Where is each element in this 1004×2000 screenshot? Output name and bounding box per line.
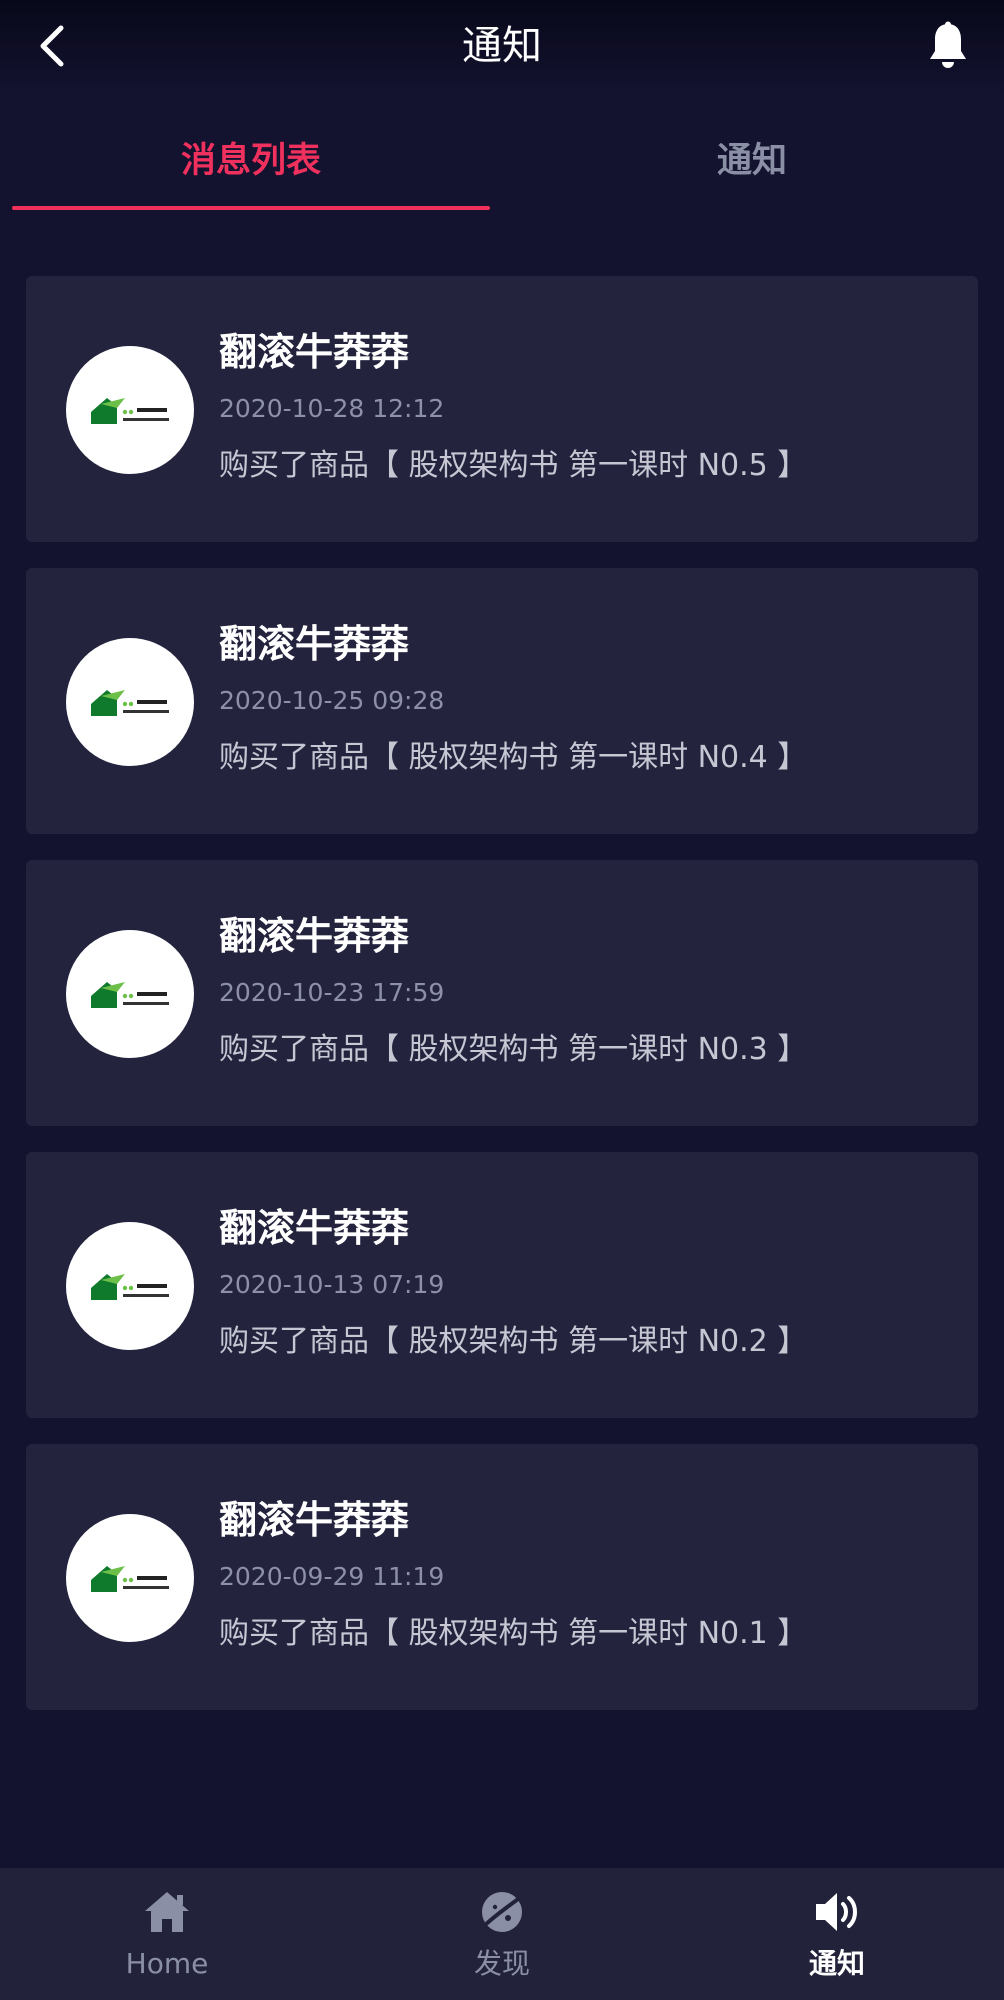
active-tab-indicator	[12, 206, 490, 210]
injection-house-logo-icon	[91, 398, 169, 424]
planet-icon	[481, 1892, 523, 1932]
sender-name: 翻滚牛莽莽	[219, 1498, 410, 1542]
sender-name: 翻滚牛莽莽	[219, 330, 410, 374]
nav-notifications[interactable]: 通知	[670, 1868, 1004, 2000]
nav-discover-label: 发现	[473, 1947, 530, 1980]
back-button[interactable]	[24, 18, 80, 74]
nav-home[interactable]: Home	[0, 1868, 334, 2000]
chevron-left-icon	[40, 25, 64, 67]
avatar	[66, 346, 194, 474]
message-card[interactable]: 翻滚牛莽莽 2020-09-29 11:19 购买了商品【 股权架构书 第一课时…	[26, 1444, 978, 1710]
nav-home-label: Home	[125, 1947, 209, 1980]
sender-name: 翻滚牛莽莽	[219, 1206, 410, 1250]
injection-house-logo-icon	[91, 690, 169, 716]
message-card[interactable]: 翻滚牛莽莽 2020-10-13 07:19 购买了商品【 股权架构书 第一课时…	[26, 1152, 978, 1418]
bottom-navigation: Home 发现 通知	[0, 1868, 1004, 2000]
message-time: 2020-10-13 07:19	[219, 1270, 445, 1299]
nav-discover[interactable]: 发现	[335, 1868, 669, 2000]
avatar	[66, 1514, 194, 1642]
message-card[interactable]: 翻滚牛莽莽 2020-10-28 12:12 购买了商品【 股权架构书 第一课时…	[26, 276, 978, 542]
tab-message-list[interactable]: 消息列表	[12, 104, 490, 210]
speaker-icon	[816, 1893, 857, 1931]
message-time: 2020-10-28 12:12	[219, 394, 445, 423]
top-bar: 通知	[0, 0, 1004, 92]
message-text: 购买了商品【 股权架构书 第一课时 N0.3 】	[219, 1032, 808, 1067]
message-time: 2020-10-25 09:28	[219, 686, 445, 715]
avatar	[66, 1222, 194, 1350]
message-text: 购买了商品【 股权架构书 第一课时 N0.2 】	[219, 1324, 808, 1359]
sender-name: 翻滚牛莽莽	[219, 622, 410, 666]
tab-bar: 消息列表 通知	[0, 104, 1004, 210]
message-text: 购买了商品【 股权架构书 第一课时 N0.4 】	[219, 740, 808, 775]
message-time: 2020-09-29 11:19	[219, 1562, 445, 1591]
message-card[interactable]: 翻滚牛莽莽 2020-10-25 09:28 购买了商品【 股权架构书 第一课时…	[26, 568, 978, 834]
avatar	[66, 638, 194, 766]
avatar	[66, 930, 194, 1058]
injection-house-logo-icon	[91, 1274, 169, 1300]
bell-icon	[930, 21, 966, 68]
page-title: 通知	[462, 23, 542, 69]
sender-name: 翻滚牛莽莽	[219, 914, 410, 958]
home-icon	[145, 1892, 189, 1932]
nav-notifications-label: 通知	[808, 1947, 865, 1980]
message-time: 2020-10-23 17:59	[219, 978, 445, 1007]
message-text: 购买了商品【 股权架构书 第一课时 N0.5 】	[219, 448, 808, 483]
injection-house-logo-icon	[91, 982, 169, 1008]
message-list: 翻滚牛莽莽 2020-10-28 12:12 购买了商品【 股权架构书 第一课时…	[26, 276, 978, 1736]
injection-house-logo-icon	[91, 1566, 169, 1592]
message-card[interactable]: 翻滚牛莽莽 2020-10-23 17:59 购买了商品【 股权架构书 第一课时…	[26, 860, 978, 1126]
notification-bell-button[interactable]	[918, 16, 978, 76]
message-text: 购买了商品【 股权架构书 第一课时 N0.1 】	[219, 1616, 808, 1651]
tab-notifications[interactable]: 通知	[502, 104, 1002, 210]
